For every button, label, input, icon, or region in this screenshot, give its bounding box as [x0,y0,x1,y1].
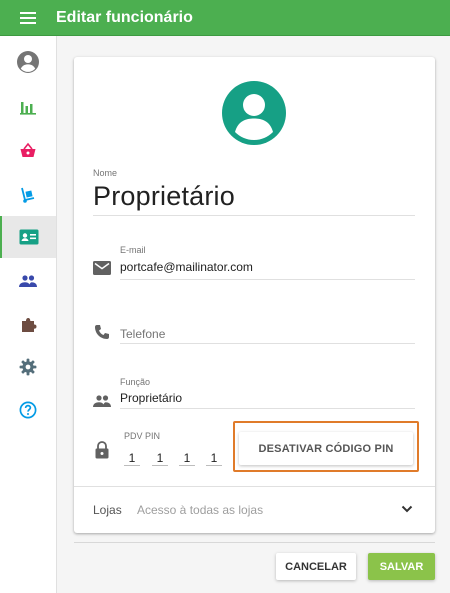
person-avatar-icon [235,94,273,140]
pin-digit-3[interactable]: 1 [179,451,195,465]
role-label: Função [120,377,151,387]
role-underline [120,408,415,409]
name-input[interactable]: Proprietário [93,181,235,212]
actions-divider [74,542,435,543]
pin-digit-2-underline [152,465,168,466]
pin-digit-1-underline [124,465,140,466]
email-underline [120,279,415,280]
people-icon [19,275,37,287]
hamburger-icon [20,11,36,24]
menu-button[interactable] [0,0,56,36]
sidebar-item-reports[interactable] [0,86,56,128]
pin-digit-4-underline [206,465,222,466]
phone-input[interactable]: Telefone [120,327,165,341]
sidebar-item-integrations[interactable] [0,304,56,346]
role-select[interactable]: Proprietário [120,391,182,405]
sidebar-item-inventory[interactable] [0,174,56,216]
email-icon [93,261,111,275]
pin-digit-1[interactable]: 1 [124,451,140,465]
chevron-down-icon[interactable] [399,501,415,517]
cancel-button[interactable]: CANCELAR [276,553,356,580]
puzzle-icon [22,318,37,332]
sidebar-item-customers[interactable] [0,260,56,302]
sidebar-item-sales[interactable] [0,130,56,172]
sidebar-item-employees[interactable] [0,216,56,258]
stores-divider [74,486,435,487]
lock-icon [95,441,109,459]
pin-digit-2[interactable]: 1 [152,451,168,465]
name-underline [93,215,415,216]
page-title: Editar funcionário [56,8,193,26]
help-icon [19,401,37,419]
contact-card-icon [19,229,39,245]
disable-pin-button[interactable]: DESATIVAR CÓDIGO PIN [239,432,413,465]
pin-digit-4[interactable]: 1 [206,451,222,465]
gear-icon [19,358,37,376]
employee-avatar[interactable] [222,81,286,145]
role-icon [93,394,111,408]
account-circle-icon [17,51,39,73]
email-input[interactable]: portcafe@mailinator.com [120,260,253,274]
top-app-bar: Editar funcionário [0,0,450,36]
sidebar-item-account[interactable] [0,41,56,83]
save-button[interactable]: SALVAR [368,553,435,580]
name-label: Nome [93,168,118,178]
bar-chart-icon [20,102,36,115]
email-label: E-mail [120,245,146,255]
phone-underline [120,343,415,344]
employee-form-card: Nome Proprietário E-mail portcafe@mailin… [74,57,435,533]
hand-truck-icon [21,187,35,203]
sidebar-item-help[interactable] [0,389,56,431]
stores-label: Lojas [93,503,122,517]
basket-icon [20,142,36,157]
phone-icon [94,324,110,340]
stores-select[interactable]: Acesso à todas as lojas [137,503,263,517]
pin-label: PDV PIN [124,431,161,441]
pin-digit-3-underline [179,465,195,466]
sidebar-nav [0,36,57,593]
sidebar-item-settings[interactable] [0,346,56,388]
